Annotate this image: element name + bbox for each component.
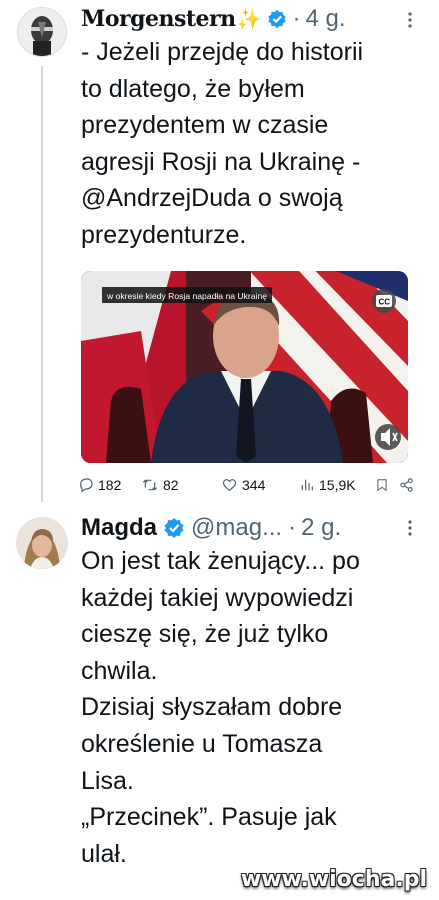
video-player[interactable]: w okresie kiedy Rosja napadła na Ukrainę… [81,271,408,463]
reply-button[interactable]: 182 [78,477,141,493]
views-button[interactable]: 15,9K [299,477,375,493]
tweet-text-line: prezydentem w czasie [81,111,329,139]
views-count: 15,9K [319,477,356,493]
heart-icon [222,479,237,492]
tweet-text-line: Dzisiaj słyszałam dobre [81,693,343,722]
more-options-icon[interactable] [408,520,412,536]
tweet-text-line: @AndrzejDuda o swoją [81,184,343,212]
author-name[interactable]: Morgenstern [81,6,236,32]
tweet-text-line: On jest tak żenujący... po [81,547,360,575]
tweet-1-text: - Jeżeli przejdę do historii to dlatego,… [81,34,363,253]
separator-dot: · [288,514,297,541]
avatar-morgenstern[interactable] [17,7,67,57]
views-icon [301,479,313,491]
verified-badge-icon [163,517,185,539]
tweet-1-header: Morgenstern ✨ · 4 g. [81,2,346,36]
more-options-icon[interactable] [408,12,412,28]
author-handle[interactable]: @mag... [191,514,282,542]
tweet-text-line: każdej takiej wypowiedzi [81,583,354,612]
separator-dot: · [292,5,301,32]
verified-badge-icon [267,9,287,29]
tweet-1[interactable]: Morgenstern ✨ · 4 g. - Jeżeli przejdę do… [0,0,439,505]
thread-line [41,66,43,502]
repost-button[interactable]: 82 [141,477,221,493]
tweet-text-line: cieszę się, że już tylko [81,620,329,649]
tweet-text-line: - Jeżeli przejdę do historii [81,38,364,66]
share-button[interactable] [399,477,414,493]
tweet-text-line: to dlatego, że byłem [81,74,305,103]
sparkles-emoji: ✨ [236,8,262,31]
repost-icon [142,479,158,491]
repost-count: 82 [163,477,179,493]
bookmark-button[interactable] [375,477,399,493]
tweet-1-actions: 182 82 344 15,9K [78,474,418,496]
reply-count: 182 [98,477,122,493]
tweet-text-line: określenie u Tomasza [81,729,323,758]
tweet-2-text: On jest tak żenujący... po każdej takiej… [81,543,360,872]
tweet-text-line: chwila. [81,656,158,685]
like-button[interactable]: 344 [221,477,299,493]
tweet-text-line: agresji Rosji na Ukrainę - [81,147,361,176]
cc-label: CC [379,298,391,307]
bookmark-icon [377,479,387,492]
watermark: www.wiocha.pl [240,867,427,892]
video-caption: w okresie kiedy Rosja napadła na Ukrainę [106,291,267,301]
tweet-time[interactable]: 2 g. [301,514,341,542]
tweet-2[interactable]: Magda @mag... · 2 g. On jest tak żenując… [0,505,439,900]
avatar-magda[interactable] [16,517,68,569]
share-icon [400,478,413,492]
video-frame: w okresie kiedy Rosja napadła na Ukrainę… [81,271,408,463]
tweet-text-line: Lisa. [81,766,134,795]
tweet-2-header: Magda @mag... · 2 g. [81,510,341,546]
like-count: 344 [242,477,266,493]
tweet-text-line: prezydenturze. [81,220,247,249]
tweet-text-line: „Przecinek”. Pasuje jak [81,803,337,832]
tweet-time[interactable]: 4 g. [306,5,346,33]
reply-icon [80,478,93,493]
author-name[interactable]: Magda [81,514,157,542]
